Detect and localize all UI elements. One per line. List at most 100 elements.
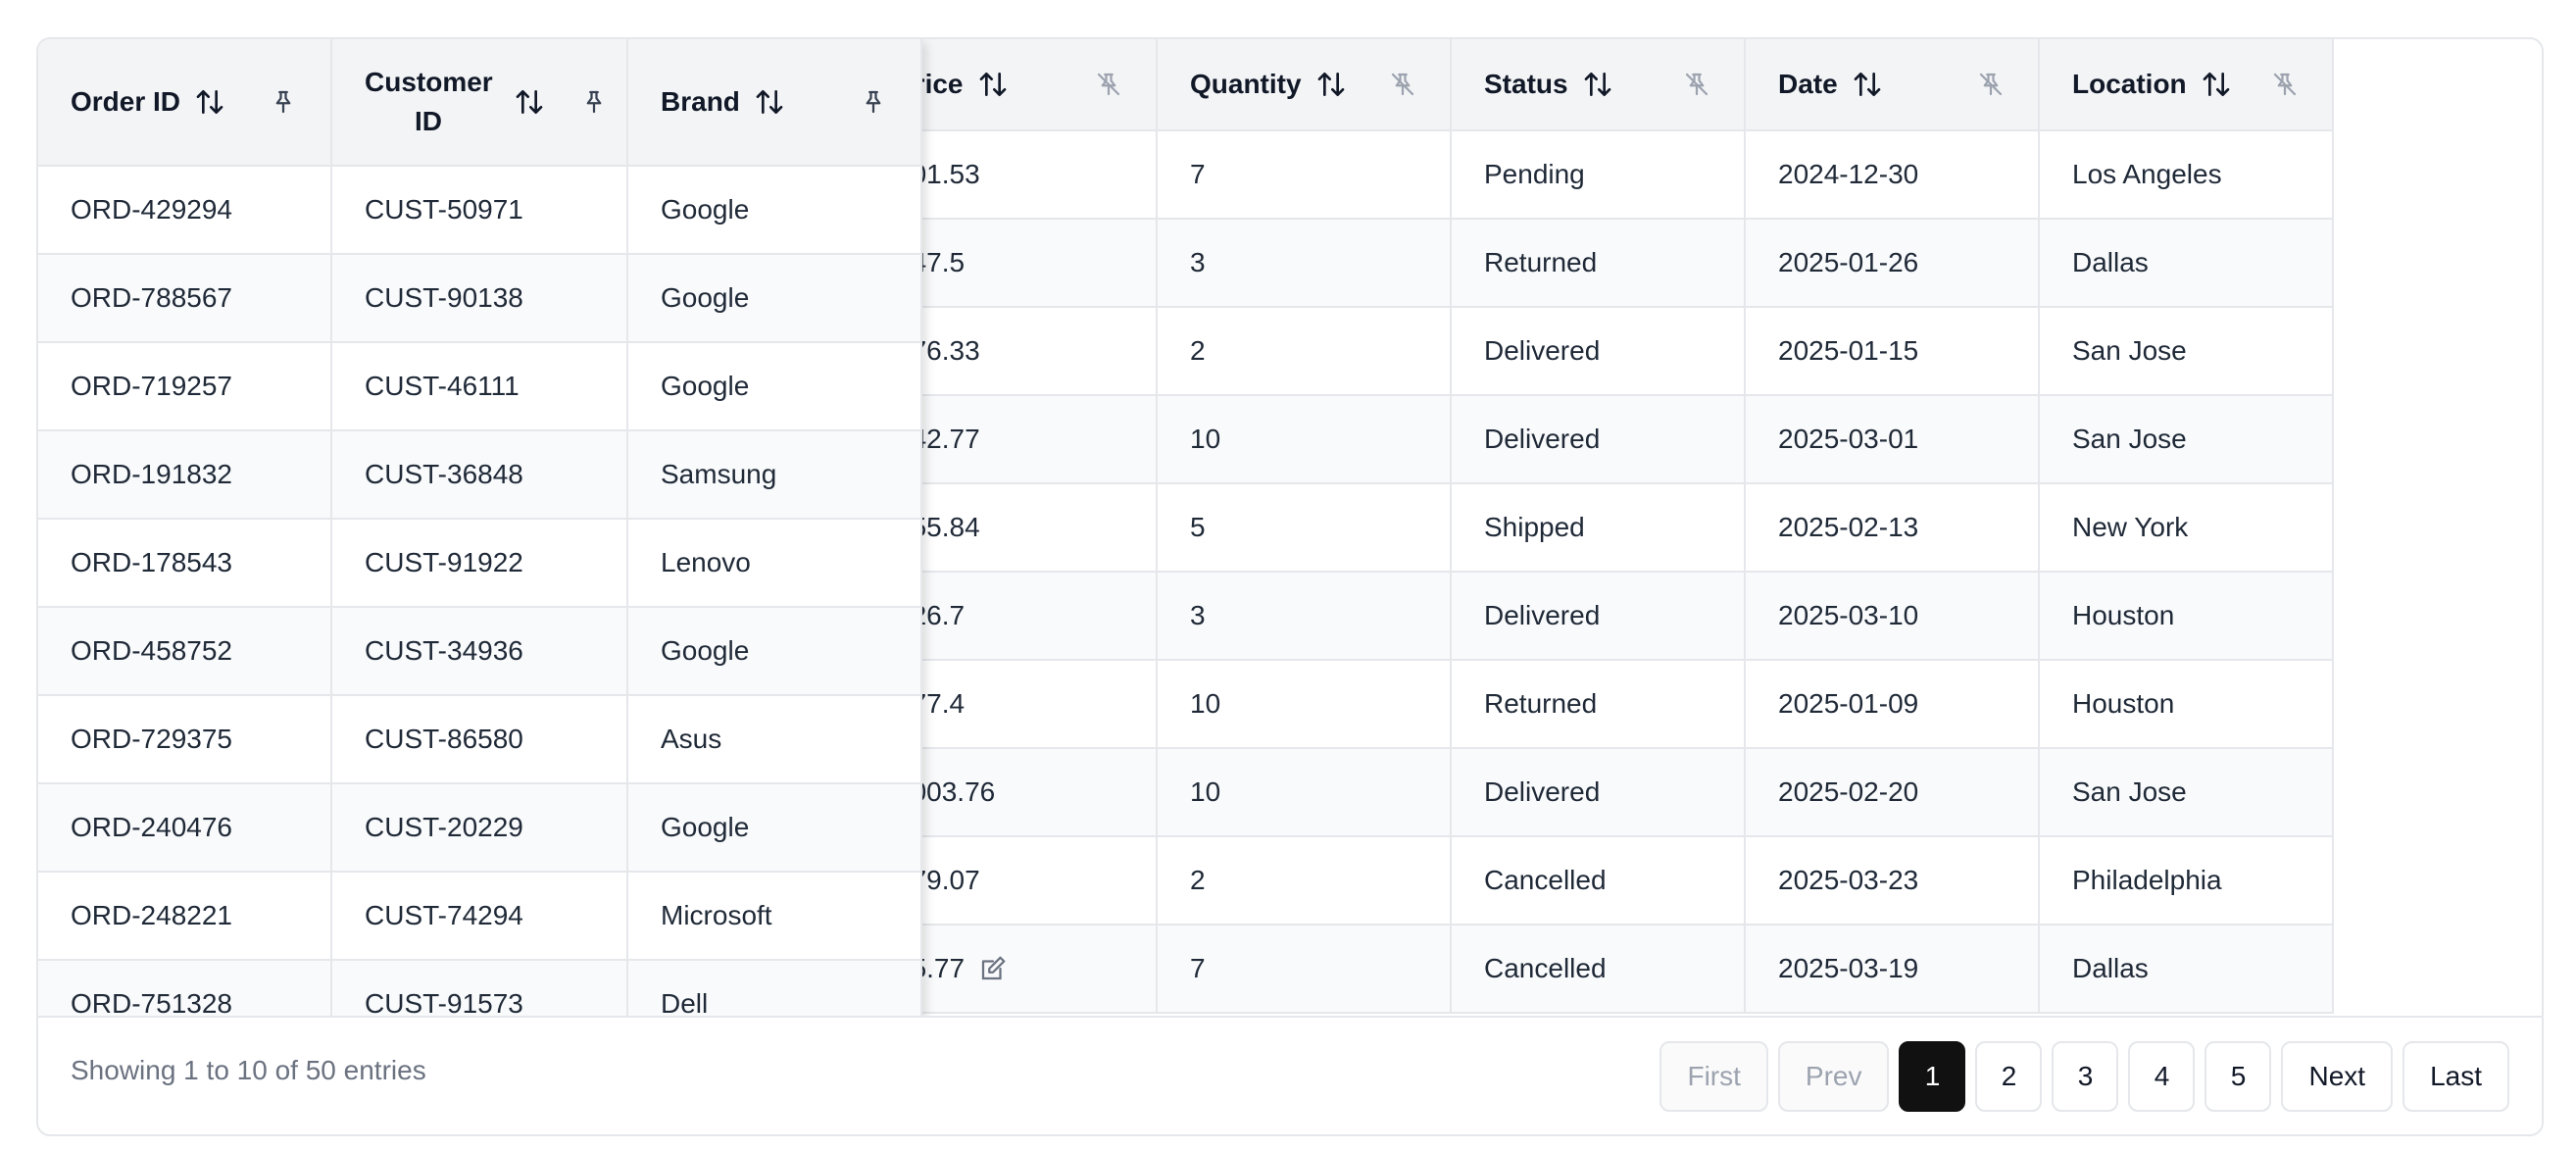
cell-order-id: ORD-729375 (38, 696, 332, 784)
cell-value: 2025-03-01 (1778, 424, 1919, 454)
cell-quantity: 2 (1158, 308, 1452, 396)
sort-arrows-icon[interactable] (514, 86, 545, 118)
sort-arrows-icon[interactable] (194, 86, 225, 118)
page-button-4[interactable]: 4 (2128, 1041, 2196, 1112)
cell-value: Shipped (1484, 512, 1585, 542)
cell-value: Google (661, 282, 750, 313)
sort-arrows-icon[interactable] (977, 69, 1009, 100)
cell-value: CUST-86580 (365, 724, 523, 754)
cell-value: 2 (1190, 865, 1206, 895)
cell-value: ORD-248221 (71, 900, 232, 930)
cell-quantity: 10 (1158, 396, 1452, 484)
sort-arrows-icon[interactable] (1582, 69, 1613, 100)
cell-value: 7 (1190, 953, 1206, 983)
cell-customer-id: CUST-91922 (332, 520, 628, 608)
column-header-customer-id[interactable]: Customer ID (332, 39, 628, 167)
cell-value: San Jose (2072, 776, 2187, 807)
cell-value: Returned (1484, 688, 1598, 719)
cell-value: ORD-178543 (71, 547, 232, 577)
column-header-label: Quantity (1190, 69, 1302, 99)
cell-quantity: 2 (1158, 837, 1452, 926)
cell-value: CUST-36848 (365, 459, 523, 489)
cell-status: Returned (1452, 661, 1746, 749)
column-header-order-id[interactable]: Order ID (38, 39, 332, 167)
cell-location: Houston (2040, 573, 2334, 661)
cell-brand: Google (628, 784, 922, 873)
cell-date: 2025-01-15 (1746, 308, 2040, 396)
cell-location: San Jose (2040, 308, 2334, 396)
column-header-location[interactable]: Location (2040, 39, 2334, 131)
pin-off-icon[interactable] (1094, 70, 1123, 99)
pin-off-icon[interactable] (1682, 70, 1711, 99)
sort-arrows-icon[interactable] (1852, 69, 1883, 100)
prev-page-button[interactable]: Prev (1777, 1041, 1890, 1112)
pin-off-icon[interactable] (2270, 70, 2300, 99)
cell-brand: Google (628, 255, 922, 343)
cell-value: Google (661, 635, 750, 666)
cell-value: 5 (1190, 512, 1206, 542)
cell-value: Delivered (1484, 600, 1601, 630)
cell-customer-id: CUST-74294 (332, 873, 628, 961)
column-header-date[interactable]: Date (1746, 39, 2040, 131)
cell-value: Dallas (2072, 953, 2149, 983)
pin-icon[interactable] (859, 87, 888, 117)
page-button-2[interactable]: 2 (1975, 1041, 2043, 1112)
cell-customer-id: CUST-86580 (332, 696, 628, 784)
pinned-columns: Order ID Customer ID Brand ORD-429294 CUST-5… (38, 39, 922, 1016)
cell-brand: Asus (628, 696, 922, 784)
page-button-5[interactable]: 5 (2204, 1041, 2272, 1112)
cell-value: San Jose (2072, 424, 2187, 454)
cell-value: 3 (1190, 600, 1206, 630)
cell-quantity: 5 (1158, 484, 1452, 573)
cell-status: Delivered (1452, 308, 1746, 396)
column-header-quantity[interactable]: Quantity (1158, 39, 1452, 131)
cell-quantity: 7 (1158, 926, 1452, 1014)
cell-customer-id: CUST-34936 (332, 608, 628, 696)
cell-value: Cancelled (1484, 865, 1607, 895)
column-header-label: Order ID (71, 86, 181, 117)
cell-quantity: 3 (1158, 220, 1452, 308)
cell-value: Cancelled (1484, 953, 1607, 983)
sort-arrows-icon[interactable] (2201, 69, 2232, 100)
page-button-3[interactable]: 3 (2052, 1041, 2119, 1112)
cell-value: 2025-03-19 (1778, 953, 1919, 983)
cell-value: ORD-458752 (71, 635, 232, 666)
cell-value: CUST-91922 (365, 547, 523, 577)
cell-status: Shipped (1452, 484, 1746, 573)
cell-value: Asus (661, 724, 722, 754)
cell-value: Los Angeles (2072, 159, 2222, 189)
cell-value: ORD-191832 (71, 459, 232, 489)
pin-icon[interactable] (579, 87, 609, 117)
cell-brand: Google (628, 167, 922, 255)
sort-arrows-icon[interactable] (1315, 69, 1347, 100)
pin-off-icon[interactable] (1976, 70, 2006, 99)
cell-date: 2025-03-19 (1746, 926, 2040, 1014)
cell-location: Dallas (2040, 220, 2334, 308)
cell-status: Returned (1452, 220, 1746, 308)
page-button-1[interactable]: 1 (1899, 1041, 1966, 1112)
edit-icon[interactable] (978, 954, 1008, 983)
cell-value: Google (661, 812, 750, 842)
first-page-button[interactable]: First (1660, 1041, 1768, 1112)
column-header-status[interactable]: Status (1452, 39, 1746, 131)
table-scroll-area[interactable]: Order IDCustomer IDBrandtPriceQuantitySt… (38, 39, 2542, 1016)
cell-status: Cancelled (1452, 926, 1746, 1014)
pin-off-icon[interactable] (1388, 70, 1417, 99)
cell-value: Delivered (1484, 335, 1601, 366)
cell-value: 2 (1190, 335, 1206, 366)
cell-brand: Dell (628, 961, 922, 1016)
sort-arrows-icon[interactable] (754, 86, 785, 118)
column-header-brand[interactable]: Brand (628, 39, 922, 167)
last-page-button[interactable]: Last (2403, 1041, 2509, 1112)
cell-value: ORD-788567 (71, 282, 232, 313)
cell-quantity: 3 (1158, 573, 1452, 661)
next-page-button[interactable]: Next (2281, 1041, 2394, 1112)
cell-value: Samsung (661, 459, 777, 489)
cell-value: 2025-01-15 (1778, 335, 1919, 366)
cell-brand: Microsoft (628, 873, 922, 961)
pin-icon[interactable] (269, 87, 298, 117)
cell-value: CUST-74294 (365, 900, 523, 930)
cell-brand: Samsung (628, 431, 922, 520)
cell-value: ORD-429294 (71, 194, 232, 225)
cell-value: 2025-02-13 (1778, 512, 1919, 542)
